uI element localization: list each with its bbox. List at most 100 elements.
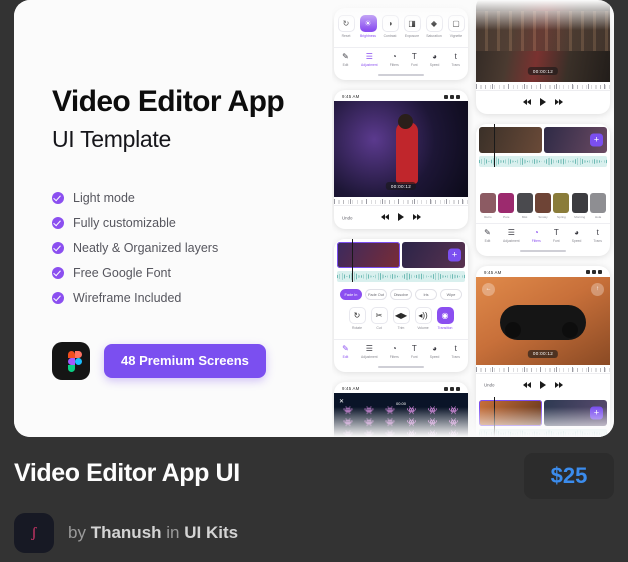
video-preview[interactable]: ← ↑ 00:00:12 xyxy=(476,276,610,365)
undo-button[interactable]: Undo xyxy=(484,383,495,388)
filter-option[interactable]: Pure xyxy=(498,193,515,219)
category-link[interactable]: UI Kits xyxy=(184,523,238,542)
adjustment-panel[interactable]: ↻ Reset ☀ Brightness ◑ Contrast ◨ Exposu… xyxy=(334,8,468,47)
tool-transition[interactable]: ◉ Transition xyxy=(436,307,454,330)
phone-mockup-player-red[interactable]: 9:45 AM 00:00:12 Undo xyxy=(334,90,468,229)
filter-option[interactable]: Hola xyxy=(590,193,607,219)
tab-transition[interactable]: t Trans xyxy=(594,228,602,243)
author-name[interactable]: Thanush xyxy=(91,523,162,542)
transport-controls[interactable]: Undo xyxy=(476,374,610,397)
chip-wipe[interactable]: Wipe xyxy=(440,289,462,300)
phone-mockup-player-gamepad[interactable]: 9:45 AM ← ↑ 00:00:12 Undo + xyxy=(476,265,610,437)
chip-iris[interactable]: Iris xyxy=(415,289,437,300)
tool-cut[interactable]: ✂ Cut xyxy=(370,307,388,330)
chip-fade-in[interactable]: Fade In xyxy=(340,289,362,300)
audio-waveform[interactable] xyxy=(479,156,607,167)
add-clip-button[interactable]: + xyxy=(448,248,461,262)
phone-mockup-adjustment[interactable]: ↻ Reset ☀ Brightness ◑ Contrast ◨ Exposu… xyxy=(334,8,468,80)
tab-filters[interactable]: ◔ Filters xyxy=(390,53,399,68)
forward-button[interactable] xyxy=(555,381,563,388)
tool-contrast[interactable]: ◑ Contrast xyxy=(381,15,399,38)
playhead[interactable] xyxy=(352,239,353,282)
editor-tab-bar[interactable]: ✎ Edit ☰ Adjustment ◔ Filters T Font ◕ S… xyxy=(476,222,610,247)
tab-font[interactable]: T Font xyxy=(411,345,418,360)
audio-waveform[interactable] xyxy=(479,428,607,437)
tab-filters[interactable]: ◔ Filters xyxy=(390,345,399,360)
tab-edit[interactable]: ✎ Edit xyxy=(342,53,349,68)
filter-option[interactable]: Spring xyxy=(553,193,570,219)
game-preview[interactable]: ✕ 00.00 👾 👾 👾 👾 👾 👾 👾 👾 👾 👾 👾 👾 👾 👾 👾 👾 … xyxy=(334,393,468,437)
clip-strip[interactable]: + xyxy=(334,242,468,268)
tool-rotate[interactable]: ↻ Rotate xyxy=(348,307,366,330)
adjustment-tool-row[interactable]: ↻ Reset ☀ Brightness ◑ Contrast ◨ Exposu… xyxy=(337,15,465,38)
timeline-ruler[interactable] xyxy=(334,197,468,206)
tab-adjustment[interactable]: ☰ Adjustment xyxy=(361,345,378,360)
tab-font[interactable]: T Font xyxy=(553,228,560,243)
tab-font[interactable]: T Font xyxy=(411,53,418,68)
filter-option[interactable]: Mist xyxy=(516,193,533,219)
play-button[interactable] xyxy=(540,380,546,389)
tab-speed[interactable]: ◕ Speed xyxy=(430,53,440,68)
chip-fade-out[interactable]: Fade Out xyxy=(365,289,387,300)
tool-exposure[interactable]: ◨ Exposure xyxy=(403,15,421,38)
video-preview[interactable]: 00:00:12 xyxy=(476,0,610,82)
tab-transition[interactable]: t Trans xyxy=(452,53,460,68)
back-arrow-icon[interactable]: ← xyxy=(482,282,495,296)
playhead[interactable] xyxy=(494,124,495,167)
transition-panel[interactable]: Fade In Fade Out Dissolve Iris Wipe ↻ Ro… xyxy=(334,282,468,339)
clip-timeline[interactable]: + xyxy=(476,124,610,167)
forward-button[interactable] xyxy=(413,214,421,220)
timeline-ruler[interactable] xyxy=(476,82,610,91)
tab-transition[interactable]: t Trans xyxy=(452,345,460,360)
transport-controls[interactable]: Undo xyxy=(334,206,468,229)
transition-chip-row[interactable]: Fade In Fade Out Dissolve Iris Wipe xyxy=(340,289,462,300)
audio-waveform[interactable] xyxy=(337,271,465,282)
tab-adjustment[interactable]: ☰ Adjustment xyxy=(503,228,520,243)
filter-option[interactable]: Morning xyxy=(571,193,588,219)
tool-saturation[interactable]: ◆ Saturation xyxy=(425,15,443,38)
filter-option[interactable]: Smoky xyxy=(535,193,551,219)
transport-controls[interactable] xyxy=(476,91,610,114)
export-icon[interactable]: ↑ xyxy=(591,282,604,296)
filter-thumbnail-row[interactable]: Retro Pure Mist Smoky Spring Morning Hol… xyxy=(476,193,610,219)
timeline-ruler[interactable] xyxy=(476,364,610,374)
product-preview-card[interactable]: Video Editor App UI Template Light mode … xyxy=(14,0,614,437)
tab-edit[interactable]: ✎ Edit xyxy=(342,345,349,360)
phone-mockup-transitions[interactable]: + Fade In Fade Out Dissolve Iris Wipe ↻ … xyxy=(334,239,468,372)
tool-brightness[interactable]: ☀ Brightness xyxy=(359,15,377,38)
add-clip-button[interactable]: + xyxy=(590,406,603,419)
rewind-button[interactable] xyxy=(381,214,389,220)
filter-option[interactable]: Retro xyxy=(480,193,496,219)
screenshot-gallery[interactable]: ↻ Reset ☀ Brightness ◑ Contrast ◨ Exposu… xyxy=(332,0,614,437)
clip-timeline[interactable]: + xyxy=(334,239,468,282)
play-button[interactable] xyxy=(398,213,404,221)
playhead[interactable] xyxy=(494,396,495,437)
tab-filters[interactable]: ◔ Filters xyxy=(532,228,541,243)
clip-strip[interactable]: + xyxy=(476,399,610,426)
phone-mockup-player-train[interactable]: 00:00:12 xyxy=(476,0,610,114)
premium-screens-button[interactable]: 48 Premium Screens xyxy=(104,343,266,378)
tab-speed[interactable]: ◕ Speed xyxy=(572,228,582,243)
clip-timeline[interactable]: + xyxy=(476,396,610,437)
price-badge[interactable]: $25 xyxy=(524,453,614,499)
rewind-button[interactable] xyxy=(523,381,531,388)
tab-adjustment[interactable]: ☰ Adjustment xyxy=(361,53,378,68)
video-preview[interactable]: 00:00:12 xyxy=(334,101,468,197)
phone-mockup-filters[interactable]: + Retro Pure Mist Smoky Spring Morning H… xyxy=(476,124,610,256)
undo-button[interactable]: Undo xyxy=(342,215,353,220)
avatar[interactable]: ʃ xyxy=(14,513,54,553)
tab-speed[interactable]: ◕ Speed xyxy=(430,345,440,360)
forward-button[interactable] xyxy=(555,99,563,105)
play-button[interactable] xyxy=(540,98,546,106)
tool-volume[interactable]: ◂)) Volume xyxy=(414,307,432,330)
close-icon[interactable]: ✕ xyxy=(339,398,344,405)
tab-edit[interactable]: ✎ Edit xyxy=(484,228,491,243)
tool-trim[interactable]: ◀▶ Trim xyxy=(392,307,410,330)
editor-tab-bar[interactable]: ✎ Edit ☰ Adjustment ◔ Filters T Font ◕ S… xyxy=(334,339,468,363)
chip-dissolve[interactable]: Dissolve xyxy=(390,289,412,300)
tool-vignette[interactable]: ▢ Vignette xyxy=(447,15,465,38)
tool-reset[interactable]: ↻ Reset xyxy=(337,15,355,38)
rewind-button[interactable] xyxy=(523,99,531,105)
edit-tool-row[interactable]: ↻ Rotate ✂ Cut ◀▶ Trim ◂)) Volume ◉ Tran… xyxy=(340,307,462,330)
add-clip-button[interactable]: + xyxy=(590,133,603,147)
